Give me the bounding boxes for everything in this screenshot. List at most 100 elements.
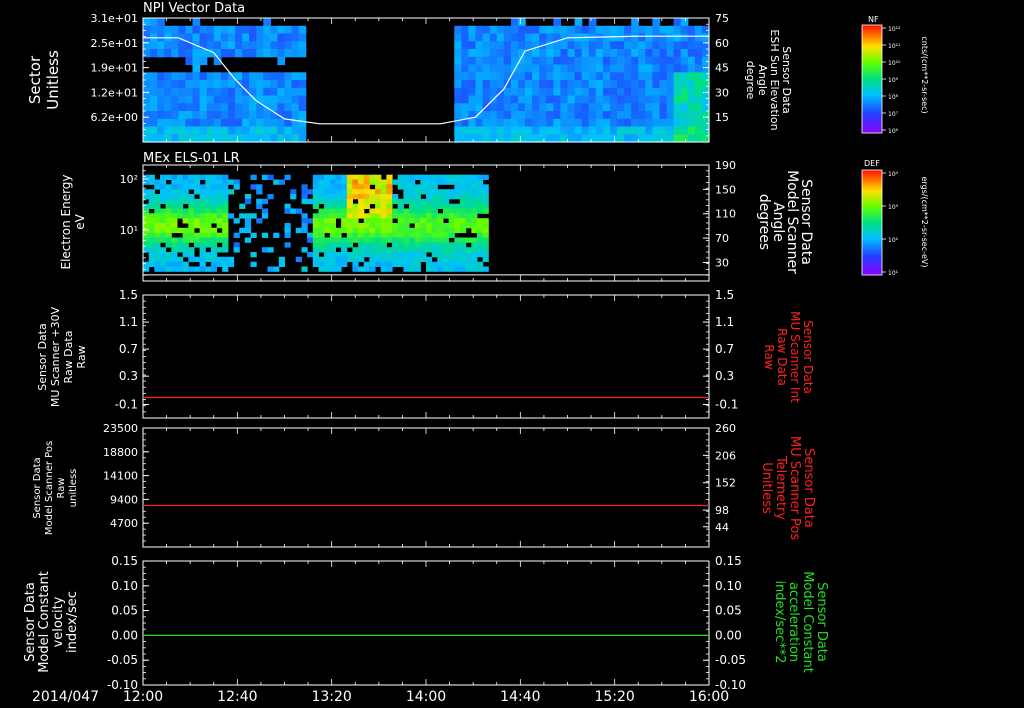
heatmap-cell <box>352 218 359 224</box>
y-tick-label: 0.10 <box>111 579 138 593</box>
heatmap-cell <box>171 252 178 258</box>
heatmap-cell <box>645 72 653 81</box>
heatmap-cell <box>206 33 215 42</box>
heatmap-cell <box>256 25 264 35</box>
heatmap-cell <box>482 174 489 180</box>
heatmap-cell <box>567 87 576 97</box>
heatmap-cell <box>193 174 201 180</box>
heatmap-cell <box>380 256 387 263</box>
heatmap-cell <box>460 198 467 205</box>
heatmap-cell <box>431 194 438 200</box>
heatmap-cell <box>164 49 172 58</box>
heatmap-cell <box>588 25 597 35</box>
heatmap-cell <box>482 189 489 195</box>
heatmap-cell <box>694 126 703 135</box>
heatmap-cell <box>301 213 308 219</box>
heatmap-cell <box>143 80 151 89</box>
heatmap-cell <box>216 198 223 205</box>
y2-tick-label: 260 <box>715 422 736 435</box>
heatmap-cell <box>375 189 382 195</box>
heatmap-cell <box>165 198 172 205</box>
heatmap-cell <box>380 223 387 229</box>
heatmap-cell <box>284 232 291 238</box>
heatmap-cell <box>324 247 331 253</box>
heatmap-cell <box>193 184 201 190</box>
heatmap-cell <box>659 111 668 120</box>
heatmap-cell <box>602 64 611 73</box>
heatmap-cell <box>460 237 467 243</box>
heatmap-cell <box>687 126 696 135</box>
heatmap-cell <box>148 242 155 248</box>
heatmap-cell <box>652 87 661 97</box>
heatmap-cell <box>645 126 653 135</box>
heatmap-cell <box>270 41 279 50</box>
heatmap-cell <box>448 247 455 253</box>
heatmap-cell <box>560 25 569 35</box>
heatmap-cell <box>645 80 653 89</box>
heatmap-cell <box>216 213 223 219</box>
heatmap-cell <box>263 33 271 42</box>
heatmap-cell <box>256 118 264 128</box>
heatmap-cell <box>256 203 263 209</box>
heatmap-cell <box>213 49 222 58</box>
heatmap-cell <box>581 25 590 35</box>
heatmap-cell <box>652 33 661 42</box>
heatmap-cell <box>673 111 682 120</box>
heatmap-cell <box>188 223 195 229</box>
heatmap-cell <box>460 213 467 219</box>
heatmap-cell <box>178 49 187 58</box>
heatmap-cell <box>242 118 250 128</box>
heatmap-cell <box>329 189 336 195</box>
heatmap-cell <box>369 194 376 200</box>
heatmap-cell <box>659 56 668 66</box>
heatmap-cell <box>199 56 208 66</box>
heatmap-cell <box>150 118 158 128</box>
heatmap-cell <box>270 126 279 135</box>
p5-ylabel-2: velocity <box>51 596 66 647</box>
heatmap-cell <box>645 118 653 128</box>
y-tick-label: 18800 <box>103 446 138 459</box>
heatmap-cell <box>386 232 393 238</box>
heatmap-cell <box>701 56 710 66</box>
heatmap-cell <box>471 261 478 267</box>
heatmap-cell <box>177 179 184 185</box>
heatmap-cell <box>192 103 201 112</box>
p3-ylabel-2: Raw Data <box>62 331 75 384</box>
heatmap-cell <box>216 256 223 263</box>
heatmap-cell <box>249 103 257 112</box>
y2-tick-label: 150 <box>715 183 736 196</box>
heatmap-cell <box>403 237 410 243</box>
heatmap-cell <box>496 126 505 135</box>
heatmap-cell <box>171 118 179 128</box>
heatmap-cell <box>392 237 399 243</box>
heatmap-cell <box>369 242 376 248</box>
heatmap-cell <box>454 256 461 263</box>
heatmap-cell <box>588 126 597 135</box>
heatmap-cell <box>250 213 257 219</box>
heatmap-cell <box>595 95 604 104</box>
heatmap-cell <box>392 179 399 185</box>
heatmap-cell <box>518 118 526 128</box>
heatmap-cell <box>465 261 472 267</box>
heatmap-cell <box>392 198 399 205</box>
heatmap-cell <box>290 194 297 200</box>
heatmap-cell <box>539 126 547 135</box>
heatmap-cell <box>278 179 285 185</box>
heatmap-cell <box>482 266 489 272</box>
heatmap-cell <box>160 213 167 219</box>
heatmap-cell <box>617 103 625 112</box>
heatmap-cell <box>277 80 286 89</box>
heatmap-cell <box>307 198 314 205</box>
heatmap-cell <box>694 49 703 58</box>
heatmap-cell <box>403 256 410 263</box>
heatmap-cell <box>216 247 223 253</box>
heatmap-cell <box>503 64 512 73</box>
p4-y2label-0: Sensor Data <box>801 448 816 528</box>
heatmap-cell <box>358 198 365 205</box>
heatmap-cell <box>148 223 155 229</box>
heatmap-cell <box>624 103 632 112</box>
heatmap-cell <box>518 18 526 27</box>
heatmap-cell <box>154 227 161 234</box>
heatmap-cell <box>150 103 158 112</box>
heatmap-cell <box>329 218 336 224</box>
